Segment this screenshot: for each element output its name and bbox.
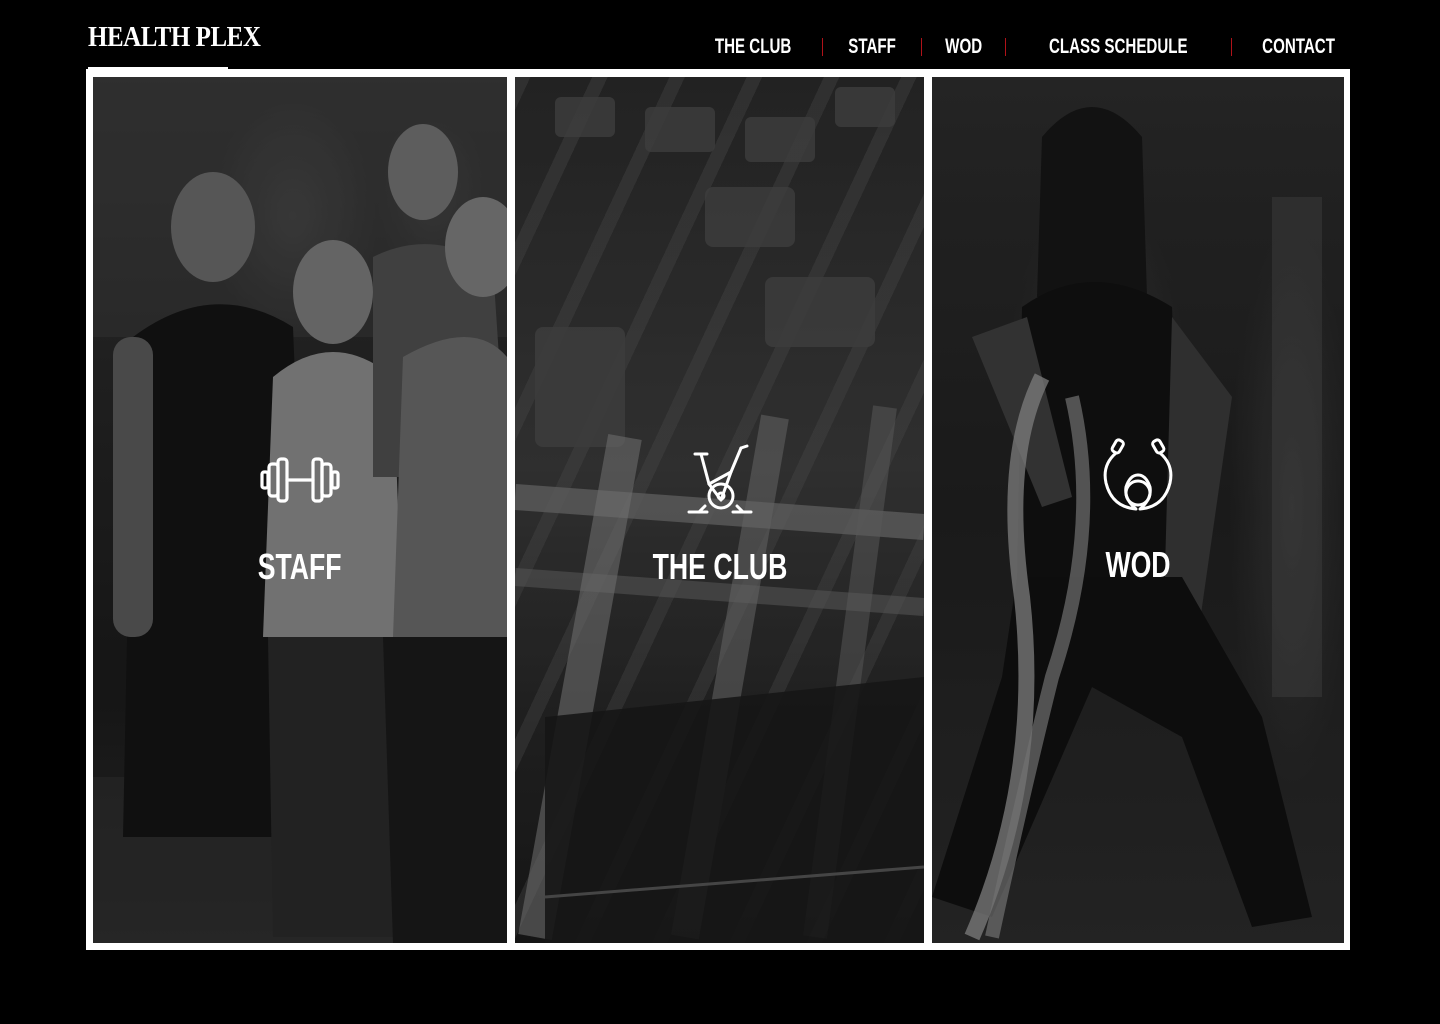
- main-nav: THE CLUB STAFF WOD CLASS SCHEDULE CONTAC…: [700, 33, 1349, 61]
- dumbbell-icon: [260, 457, 340, 503]
- nav-separator: [1230, 38, 1232, 56]
- nav-separator: [921, 38, 923, 56]
- health-plex-logo[interactable]: HEALTH PLEX: [88, 20, 261, 78]
- nav-separator: [1005, 38, 1007, 56]
- nav-item-contact[interactable]: CONTACT: [1262, 33, 1335, 61]
- panels-frame: STAFF THE CLUB WOD: [86, 69, 1350, 950]
- panel-label-the-club: THE CLUB: [652, 546, 787, 587]
- panel-label-staff: STAFF: [258, 546, 342, 587]
- nav-item-wod[interactable]: WOD: [945, 33, 982, 61]
- exercise-bike-icon: [687, 444, 752, 514]
- panel-label-wod: WOD: [1105, 544, 1171, 585]
- nav-item-staff[interactable]: STAFF: [848, 33, 896, 61]
- nav-item-class-schedule[interactable]: CLASS SCHEDULE: [1049, 33, 1188, 61]
- nav-item-the-club[interactable]: THE CLUB: [715, 33, 791, 61]
- panel-wod[interactable]: WOD: [932, 77, 1344, 943]
- panel-overlay: [93, 77, 507, 943]
- jump-rope-icon: [1103, 438, 1173, 511]
- nav-separator: [821, 38, 823, 56]
- panel-staff[interactable]: STAFF: [93, 77, 507, 943]
- panel-the-club[interactable]: THE CLUB: [515, 77, 924, 943]
- site-header: HEALTH PLEX THE CLUB STAFF WOD CLASS SCH…: [0, 0, 1440, 78]
- logo-text: HEALTH PLEX: [88, 21, 261, 53]
